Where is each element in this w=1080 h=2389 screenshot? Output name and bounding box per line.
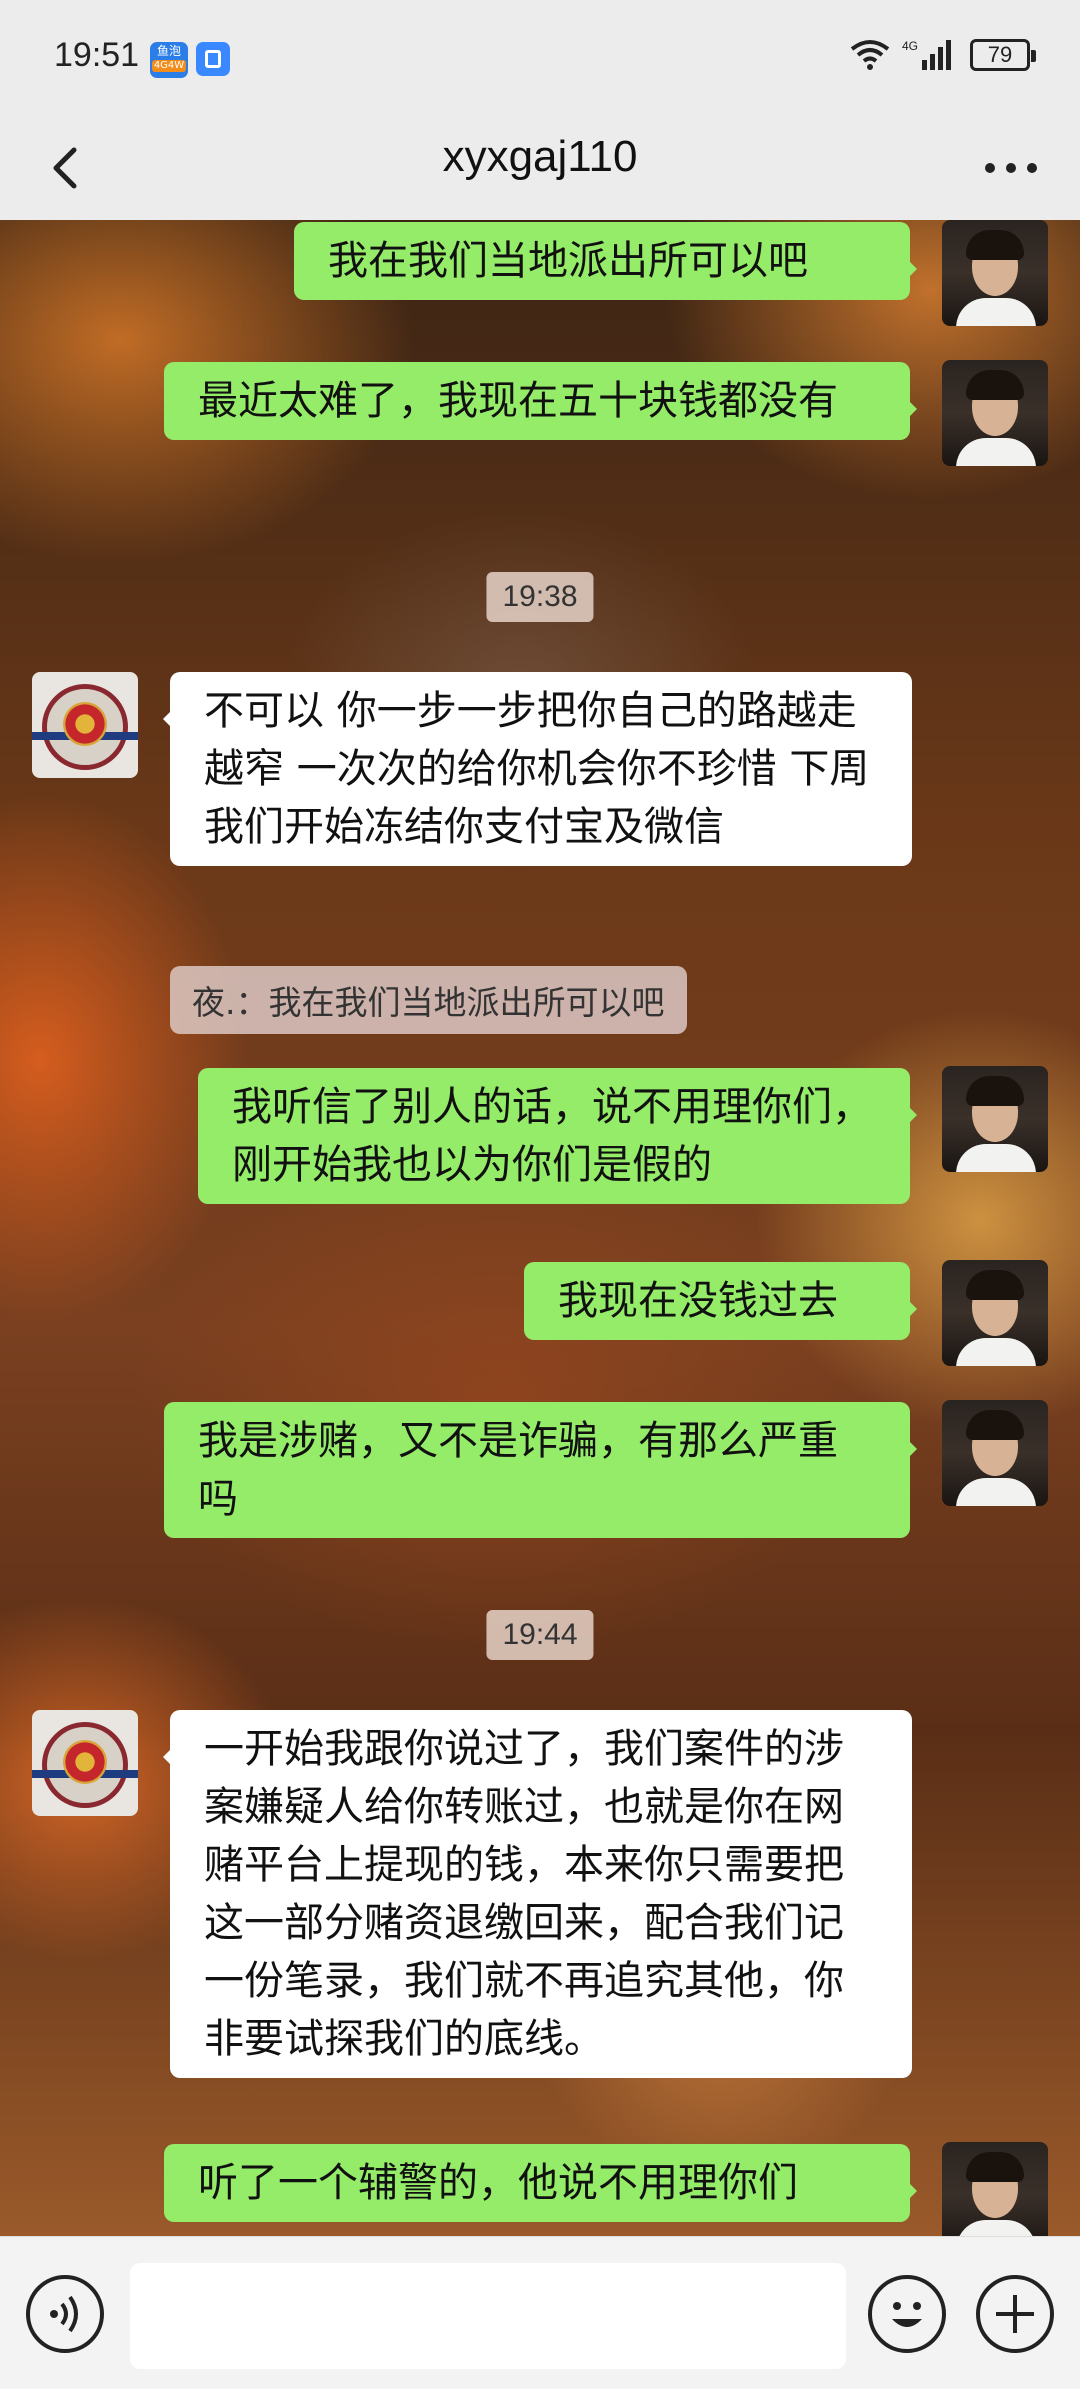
message-list[interactable]: 我在我们当地派出所可以吧 最近太难了，我现在五十块钱都没有 19:38 不可以 … — [0, 220, 1080, 2236]
voice-icon — [50, 2295, 78, 2333]
wifi-icon — [850, 40, 890, 70]
notification-icons: 鱼泡 4G4W — [150, 42, 230, 78]
app-notification-icon-2 — [196, 42, 230, 76]
plus-icon — [996, 2295, 1034, 2333]
message-row: 不可以 你一步一步把你自己的路越走越窄 一次次的给你机会你不珍惜 下周我们开始冻… — [0, 672, 1080, 954]
signal-icon: 4G — [902, 39, 951, 70]
my-avatar[interactable] — [942, 1260, 1048, 1366]
quoted-message[interactable]: 夜.：我在我们当地派出所可以吧 — [170, 966, 687, 1034]
chat-header: xyxgaj110 — [0, 116, 1080, 221]
battery-icon: 79 — [970, 39, 1036, 71]
my-message-bubble[interactable]: 我听信了别人的话，说不用理你们，刚开始我也以为你们是假的 — [198, 1068, 917, 1204]
message-row: 最近太难了，我现在五十块钱都没有 — [0, 360, 1080, 522]
message-row: 我是涉赌，又不是诈骗，有那么严重吗 — [0, 1400, 1080, 1562]
more-options-button[interactable] — [976, 140, 1046, 196]
time-divider: 19:38 — [486, 572, 594, 622]
message-input[interactable] — [130, 2263, 846, 2369]
my-message-bubble[interactable]: 最近太难了，我现在五十块钱都没有 — [164, 362, 917, 440]
chat-title: xyxgaj110 — [442, 132, 638, 181]
app-badge-label: 鱼泡 — [156, 44, 181, 58]
app-badge-sub: 4G4W — [152, 60, 186, 72]
their-message-bubble[interactable]: 不可以 你一步一步把你自己的路越走越窄 一次次的给你机会你不珍惜 下周我们开始冻… — [163, 672, 912, 866]
my-message-bubble[interactable]: 听了一个辅警的，他说不用理你们 — [164, 2144, 917, 2222]
my-avatar[interactable] — [942, 1066, 1048, 1172]
message-row: 我现在没钱过去 — [0, 1260, 1080, 1366]
status-time: 19:51 — [54, 36, 140, 74]
more-functions-button[interactable] — [976, 2275, 1054, 2353]
contact-avatar[interactable] — [32, 672, 138, 778]
status-bar: 19:51 鱼泡 4G4W 4G 79 — [0, 0, 1080, 116]
my-avatar[interactable] — [942, 220, 1048, 326]
my-message-bubble[interactable]: 我现在没钱过去 — [524, 1262, 917, 1340]
system-icons: 4G 79 — [850, 38, 1036, 72]
message-row: 我听信了别人的话，说不用理你们，刚开始我也以为你们是假的 — [0, 1066, 1080, 1228]
contact-avatar[interactable] — [32, 1710, 138, 1816]
message-row: 我在我们当地派出所可以吧 — [0, 220, 1080, 328]
more-icon — [985, 163, 1037, 173]
network-label: 4G — [902, 39, 918, 53]
time-divider: 19:44 — [486, 1610, 594, 1660]
my-message-bubble[interactable]: 我是涉赌，又不是诈骗，有那么严重吗 — [164, 1402, 917, 1538]
my-avatar[interactable] — [942, 360, 1048, 466]
my-avatar[interactable] — [942, 1400, 1048, 1506]
emoji-button[interactable] — [868, 2275, 946, 2353]
my-message-bubble[interactable]: 我在我们当地派出所可以吧 — [294, 222, 917, 300]
voice-input-button[interactable] — [26, 2275, 104, 2353]
smiley-icon — [892, 2302, 922, 2327]
their-message-bubble[interactable]: 一开始我跟你说过了，我们案件的涉案嫌疑人给你转账过，也就是你在网赌平台上提现的钱… — [163, 1710, 912, 2078]
app-notification-icon: 鱼泡 4G4W — [150, 42, 188, 78]
message-row: 一开始我跟你说过了，我们案件的涉案嫌疑人给你转账过，也就是你在网赌平台上提现的钱… — [0, 1710, 1080, 2108]
message-row: 听了一个辅警的，他说不用理你们 — [0, 2142, 1080, 2236]
input-bar — [0, 2236, 1080, 2389]
my-avatar[interactable] — [942, 2142, 1048, 2236]
